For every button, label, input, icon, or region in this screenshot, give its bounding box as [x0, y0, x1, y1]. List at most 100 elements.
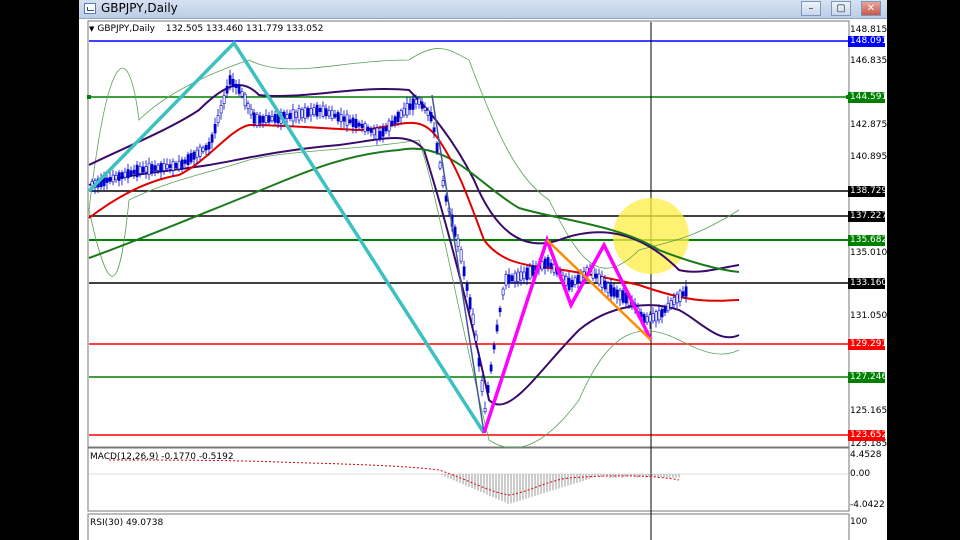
candle-body	[177, 160, 181, 170]
candle-body	[408, 103, 412, 110]
candle-body	[570, 279, 574, 288]
candle-body	[345, 114, 349, 126]
candle-body	[252, 112, 256, 124]
candle-body	[423, 107, 427, 111]
candle-body	[675, 293, 679, 304]
candle-body	[507, 274, 511, 284]
candle-body	[546, 257, 550, 267]
candle-body	[495, 324, 499, 332]
candle-body	[249, 108, 253, 116]
candle-body	[402, 107, 406, 116]
chart-window: GBPJPY,Daily – ▢ ✕ ▼ GBPJPY,Daily 132.50…	[79, 0, 887, 540]
candle-body	[387, 120, 391, 132]
candle-body	[501, 288, 505, 296]
candle-body	[168, 164, 172, 169]
candle-body	[420, 101, 424, 109]
candle-body	[306, 107, 310, 117]
candle-body	[480, 380, 484, 392]
candle-body	[654, 311, 658, 322]
candle-body	[528, 265, 532, 279]
level-price-tag: 148.091	[848, 36, 885, 47]
candle-body	[141, 166, 145, 173]
candle-body	[549, 262, 553, 268]
candle-body	[273, 114, 277, 123]
candle-body	[288, 112, 292, 120]
rsi-indicator-label: RSI(30) 49.0738	[90, 518, 164, 528]
candle-body	[381, 127, 385, 137]
candle-body	[153, 165, 157, 171]
price-axis-label: 125.165	[850, 406, 887, 416]
candle-body	[126, 169, 130, 179]
level-price-tag: 137.227	[848, 211, 885, 222]
candle-body	[201, 147, 205, 152]
level-price-tag: 129.291	[848, 339, 885, 350]
candle-body	[618, 289, 622, 301]
price-axis-label: 140.895	[850, 152, 887, 162]
candle-body	[147, 162, 151, 175]
candle-body	[678, 290, 682, 302]
candle-body	[459, 249, 463, 262]
candle-body	[312, 107, 316, 116]
candle-body	[225, 85, 229, 94]
candle-body	[612, 287, 616, 297]
candle-body	[516, 271, 520, 282]
candle-body	[270, 116, 274, 122]
candle-body	[525, 267, 529, 281]
candle-body	[615, 289, 619, 298]
candle-body	[666, 302, 670, 312]
candle-body	[231, 78, 235, 88]
candle-body	[117, 172, 121, 181]
rsi-panel-frame	[87, 513, 850, 540]
candle-body	[378, 131, 382, 139]
candle-body	[240, 91, 244, 97]
candle-body	[510, 275, 514, 282]
bollinger-lower-outer	[88, 139, 740, 449]
candle-body	[372, 128, 376, 136]
candle-body	[261, 116, 265, 123]
candle-body	[315, 104, 319, 117]
level-price-tag: 133.160	[848, 278, 885, 289]
candle-body	[198, 146, 202, 157]
candle-body	[405, 103, 409, 116]
candle-body	[396, 111, 400, 123]
candle-body	[573, 277, 577, 285]
price-axis-label: 148.815	[850, 25, 887, 35]
macd-signal-line	[108, 459, 680, 496]
candle-body	[360, 123, 364, 129]
candle-body	[162, 163, 166, 171]
macd-axis-label: 0.00	[850, 469, 871, 479]
candle-body	[336, 112, 340, 122]
candle-body	[297, 108, 301, 121]
candle-body	[303, 107, 307, 119]
candle-body	[681, 291, 685, 297]
candle-body	[114, 174, 118, 181]
candle-body	[138, 166, 142, 174]
candle-body	[462, 266, 466, 277]
candle-body	[129, 170, 133, 176]
level-handle[interactable]	[87, 95, 91, 99]
dropdown-arrow-icon[interactable]: ▼	[89, 25, 94, 33]
macd-indicator-label: MACD(12,26,9) -0.1770 -0.5192	[90, 452, 234, 462]
candle-body	[156, 164, 160, 171]
candle-body	[504, 274, 508, 286]
candle-body	[186, 154, 190, 166]
candle-body	[441, 180, 445, 186]
macd-axis-label: 4.4528	[850, 450, 882, 460]
candle-body	[606, 283, 610, 293]
candle-body	[342, 116, 346, 122]
candle-body	[363, 123, 367, 132]
candle-body	[657, 310, 661, 321]
candle-body	[429, 112, 433, 122]
candle-body	[672, 297, 676, 305]
drop-trendline[interactable]	[431, 94, 485, 434]
candle-body	[543, 258, 547, 269]
candle-body	[474, 334, 478, 342]
candle-body	[357, 122, 361, 127]
candle-body	[477, 357, 481, 367]
candle-body	[468, 297, 472, 310]
zigzag-trendline[interactable]	[87, 40, 486, 434]
candle-body	[414, 99, 418, 105]
candle-body	[309, 108, 313, 116]
price-axis-label: 142.875	[850, 120, 887, 130]
candle-body	[318, 107, 322, 113]
